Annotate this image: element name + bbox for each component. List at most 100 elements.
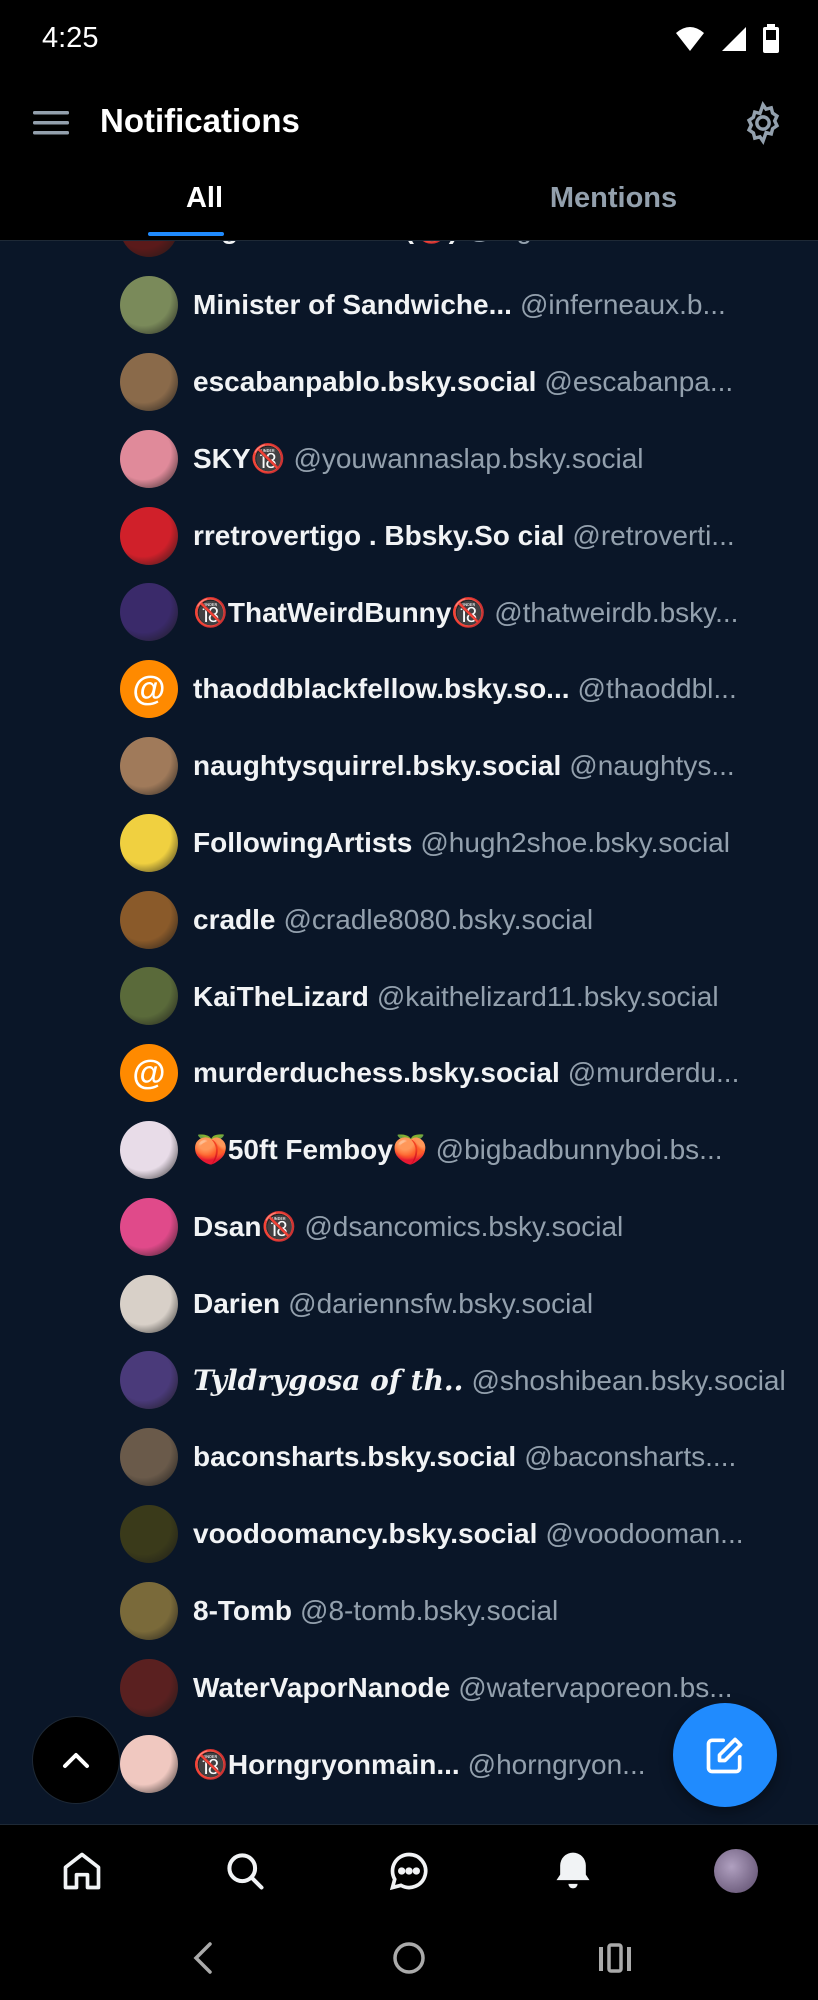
user-handle: @baconsharts.... [524,1441,737,1473]
avatar[interactable] [120,276,178,335]
user-handle: @nightstrikerrex.bs... [466,241,731,244]
user-display-name: WaterVaporNanode [193,1671,451,1703]
user-handle: @hugh2shoe.bsky.social [420,826,730,858]
avatar[interactable] [120,583,178,642]
avatar[interactable] [120,736,178,795]
avatar[interactable] [120,1735,178,1794]
user-handle: @cradle8080.bsky.social [283,903,594,935]
menu-button[interactable] [30,102,72,144]
avatar[interactable] [120,1274,178,1333]
nav-chat[interactable] [369,1831,449,1911]
list-item[interactable]: Tyldrygosa of th.. @shoshibean.bsky.socia… [0,1342,818,1419]
avatar[interactable] [120,813,178,872]
user-handle: @watervaporeon.bs... [458,1671,733,1703]
nav-notifications[interactable] [533,1831,613,1911]
avatar[interactable] [120,506,178,565]
list-item[interactable]: escabanpablo.bsky.social @escabanpa... [0,344,818,421]
user-text: 8-Tomb @8-tomb.bsky.social [193,1594,786,1628]
user-display-name: Tyldrygosa of th.. [193,1363,464,1397]
list-item[interactable]: naughtysquirrel.bsky.social @naughtys... [0,728,818,805]
avatar[interactable] [120,241,178,258]
list-item[interactable]: FollowingArtists @hugh2shoe.bsky.social [0,804,818,881]
notification-feed[interactable]: NightStrikerRex(🔞) @nightstrikerrex.bs...… [0,241,818,1824]
nav-profile[interactable] [696,1831,776,1911]
user-display-name: 🍑50ft Femboy🍑 [193,1134,428,1166]
avatar[interactable]: @ [120,660,178,719]
tab-mentions[interactable]: Mentions [409,176,818,240]
user-handle: @murderdu... [567,1057,740,1089]
avatar[interactable] [120,1581,178,1640]
avatar[interactable] [120,1197,178,1256]
avatar[interactable] [120,1504,178,1563]
home-icon [63,1852,101,1890]
page-title: Notifications [100,102,300,139]
avatar[interactable] [120,429,178,488]
user-display-name: Dsan🔞 [193,1210,297,1242]
avatar[interactable] [120,1428,178,1487]
user-text: FollowingArtists @hugh2shoe.bsky.social [193,826,786,860]
list-item[interactable]: baconsharts.bsky.social @baconsharts.... [0,1419,818,1496]
user-display-name: voodoomancy.bsky.social [193,1518,538,1550]
bottom-nav [0,1824,818,1917]
header: Notifications All Mentions [0,80,818,241]
user-handle: @thaoddbl... [577,673,737,705]
avatar[interactable] [120,967,178,1026]
list-item[interactable]: 🔞ThatWeirdBunny🔞 @thatweirdb.bsky... [0,574,818,651]
list-item[interactable]: Dsan🔞 @dsancomics.bsky.social [0,1188,818,1265]
user-display-name: naughtysquirrel.bsky.social [193,750,562,782]
list-item[interactable]: cradle @cradle8080.bsky.social [0,881,818,958]
list-item[interactable]: KaiTheLizard @kaithelizard11.bsky.social [0,958,818,1035]
status-icons [674,24,780,54]
avatar[interactable]: @ [120,1044,178,1103]
user-handle: @inferneaux.b... [519,289,726,321]
menu-icon [33,111,69,135]
avatar[interactable] [120,1658,178,1717]
system-home-button[interactable] [379,1928,439,1988]
list-item[interactable]: NightStrikerRex(🔞) @nightstrikerrex.bs... [0,241,818,267]
user-text: cradle @cradle8080.bsky.social [193,903,786,937]
user-text: NightStrikerRex(🔞) @nightstrikerrex.bs... [193,241,786,245]
user-handle: @8-tomb.bsky.social [300,1594,559,1626]
compose-button[interactable] [673,1703,777,1807]
list-item[interactable]: @ thaoddblackfellow.bsky.so... @thaoddbl..… [0,651,818,728]
avatar [714,1849,759,1893]
list-item[interactable]: 8-Tomb @8-tomb.bsky.social [0,1572,818,1649]
tab-all[interactable]: All [0,176,409,240]
user-text: WaterVaporNanode @watervaporeon.bs... [193,1671,786,1705]
list-item[interactable]: 🍑50ft Femboy🍑 @bigbadbunnyboi.bs... [0,1112,818,1189]
signal-icon [722,27,746,51]
list-item[interactable]: SKY🔞 @youwannaslap.bsky.social [0,420,818,497]
user-display-name: Minister of Sandwiche... [193,289,512,321]
chevron-up-icon [63,1753,89,1768]
system-back-button[interactable] [173,1928,233,1988]
user-text: voodoomancy.bsky.social @voodooman... [193,1517,786,1551]
recents-icon [599,1943,631,1973]
list-item[interactable]: rretrovertigo . Bbsky.So cial @retroverti… [0,497,818,574]
user-handle: @voodooman... [545,1518,744,1550]
user-display-name: Darien [193,1287,281,1319]
settings-button[interactable] [740,100,786,146]
user-display-name: cradle [193,903,276,935]
home-circle-icon [393,1942,425,1974]
user-display-name: escabanpablo.bsky.social [193,366,537,398]
system-nav [0,1916,818,2000]
user-text: 🔞ThatWeirdBunny🔞 @thatweirdb.bsky... [193,596,786,630]
avatar[interactable] [120,352,178,411]
user-handle: @naughtys... [569,750,735,782]
list-item[interactable]: voodoomancy.bsky.social @voodooman... [0,1496,818,1573]
tab-bar: All Mentions [0,176,818,240]
user-list: NightStrikerRex(🔞) @nightstrikerrex.bs...… [0,241,818,1803]
list-item[interactable]: Darien @dariennsfw.bsky.social [0,1265,818,1342]
system-recents-button[interactable] [585,1928,645,1988]
avatar[interactable] [120,1120,178,1179]
nav-home[interactable] [42,1831,122,1911]
list-item[interactable]: @ murderduchess.bsky.social @murderdu... [0,1035,818,1112]
avatar[interactable] [120,1351,178,1410]
nav-search[interactable] [205,1831,285,1911]
avatar[interactable] [120,890,178,949]
user-display-name: 8-Tomb [193,1594,293,1626]
scroll-to-top-button[interactable] [32,1716,120,1804]
user-display-name: murderduchess.bsky.social [193,1057,560,1089]
chat-icon [389,1852,428,1891]
list-item[interactable]: Minister of Sandwiche... @inferneaux.b... [0,267,818,344]
